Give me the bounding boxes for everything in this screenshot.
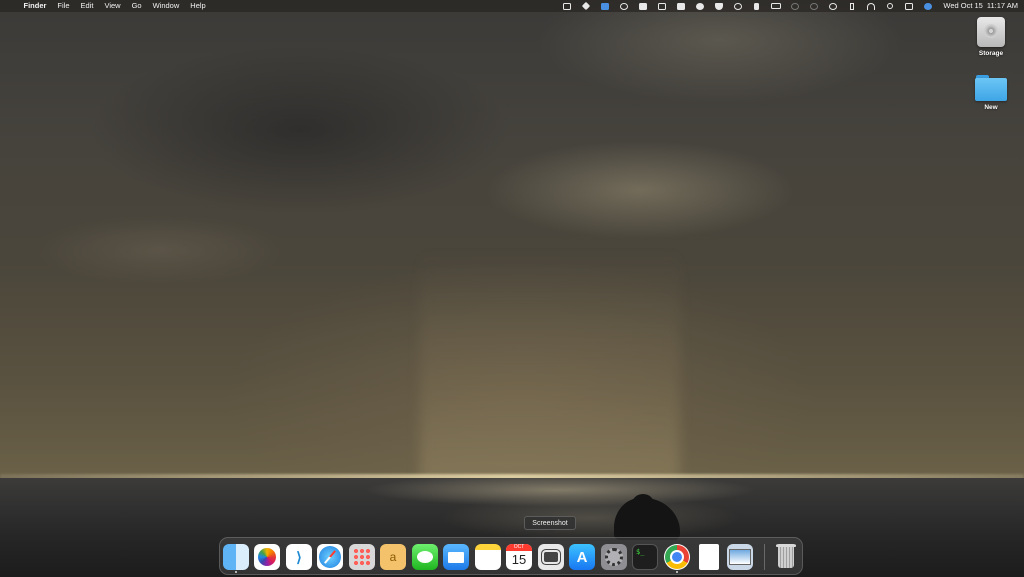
menu-help[interactable]: Help xyxy=(185,0,211,12)
menu-window[interactable]: Window xyxy=(147,0,185,12)
dock-chrome-icon[interactable] xyxy=(664,544,690,570)
menu-app-finder[interactable]: Finder xyxy=(18,0,52,12)
calendar-month: OCT xyxy=(506,544,532,551)
control-center-icon[interactable] xyxy=(899,0,918,12)
desktop-wallpaper xyxy=(0,0,1024,577)
dock-document-icon[interactable] xyxy=(699,544,719,570)
calendar-day: 15 xyxy=(511,552,527,567)
dock-trash-icon[interactable] xyxy=(773,544,799,570)
chat-icon[interactable] xyxy=(690,0,709,12)
heart-shield-icon[interactable] xyxy=(709,0,728,12)
dock-safari-icon[interactable] xyxy=(317,544,343,570)
dock-terminal-icon[interactable]: $_ xyxy=(632,544,658,570)
siri-icon[interactable] xyxy=(918,0,937,12)
menu-bar-left: Finder File Edit View Go Window Help xyxy=(0,0,211,12)
spotlight-icon[interactable] xyxy=(880,0,899,12)
desktop-icon-new-folder[interactable]: New xyxy=(966,75,1016,111)
sparkle-icon[interactable] xyxy=(576,0,595,12)
dock-launchpad-icon[interactable] xyxy=(349,544,375,570)
apple-menu-icon[interactable] xyxy=(0,0,18,12)
dim-circle-icon-2[interactable] xyxy=(804,0,823,12)
menu-go[interactable]: Go xyxy=(126,0,147,12)
drive-icon xyxy=(977,17,1005,47)
dock-preview-icon[interactable] xyxy=(727,544,753,570)
desktop-icon-label: New xyxy=(984,104,998,111)
dock-separator xyxy=(764,544,765,570)
dock-app-store-icon[interactable]: A xyxy=(569,544,595,570)
clock-date: Wed Oct 15 xyxy=(943,1,983,10)
menu-file[interactable]: File xyxy=(52,0,75,12)
dock-photos-icon[interactable] xyxy=(254,544,280,570)
desktop-icon-storage[interactable]: Storage xyxy=(966,17,1016,57)
info-icon[interactable] xyxy=(823,0,842,12)
wallpaper-light-rays xyxy=(420,250,680,480)
dock-messages-icon[interactable] xyxy=(412,544,438,570)
menu-bar-status-area: Wed Oct 15 11:17 AM xyxy=(557,0,1018,12)
dock-mail-icon[interactable] xyxy=(443,544,469,570)
dock-finder-icon[interactable] xyxy=(223,544,249,570)
dock-notes-icon[interactable] xyxy=(475,544,501,570)
dock-settings-icon[interactable] xyxy=(601,544,627,570)
running-indicator xyxy=(676,571,678,573)
volume-icon[interactable] xyxy=(747,0,766,12)
menu-view[interactable]: View xyxy=(99,0,126,12)
dock-amazon-icon[interactable]: a xyxy=(380,544,406,570)
desktop-icon-label: Storage xyxy=(978,50,1004,57)
notes-widget-icon[interactable] xyxy=(595,0,614,12)
wifi-icon[interactable] xyxy=(861,0,880,12)
clock-time: 11:17 AM xyxy=(986,1,1018,10)
dock-calendar-icon[interactable]: OCT 15 xyxy=(506,544,532,570)
running-indicator xyxy=(235,571,237,573)
folder-icon xyxy=(975,75,1007,101)
menu-bar-clock[interactable]: Wed Oct 15 11:17 AM xyxy=(943,0,1018,12)
dock-tooltip: Screenshot xyxy=(524,516,576,534)
bluetooth-icon[interactable] xyxy=(842,0,861,12)
time-machine-icon[interactable] xyxy=(728,0,747,12)
bold-text-icon[interactable] xyxy=(633,0,652,12)
creative-cloud-icon[interactable] xyxy=(614,0,633,12)
input-source-icon[interactable] xyxy=(557,0,576,12)
dock-vscode-icon[interactable]: ⟩ xyxy=(286,544,312,570)
terminal-prompt: $_ xyxy=(636,548,645,556)
dim-circle-icon-1[interactable] xyxy=(785,0,804,12)
menu-edit[interactable]: Edit xyxy=(75,0,99,12)
image-icon[interactable] xyxy=(652,0,671,12)
dock: ⟩ a OCT 15 A $_ xyxy=(219,537,803,575)
menu-bar: Finder File Edit View Go Window Help Wed… xyxy=(0,0,1024,12)
battery-icon[interactable] xyxy=(766,0,785,12)
display-icon[interactable] xyxy=(671,0,690,12)
dock-screenshot-icon[interactable] xyxy=(538,544,564,570)
